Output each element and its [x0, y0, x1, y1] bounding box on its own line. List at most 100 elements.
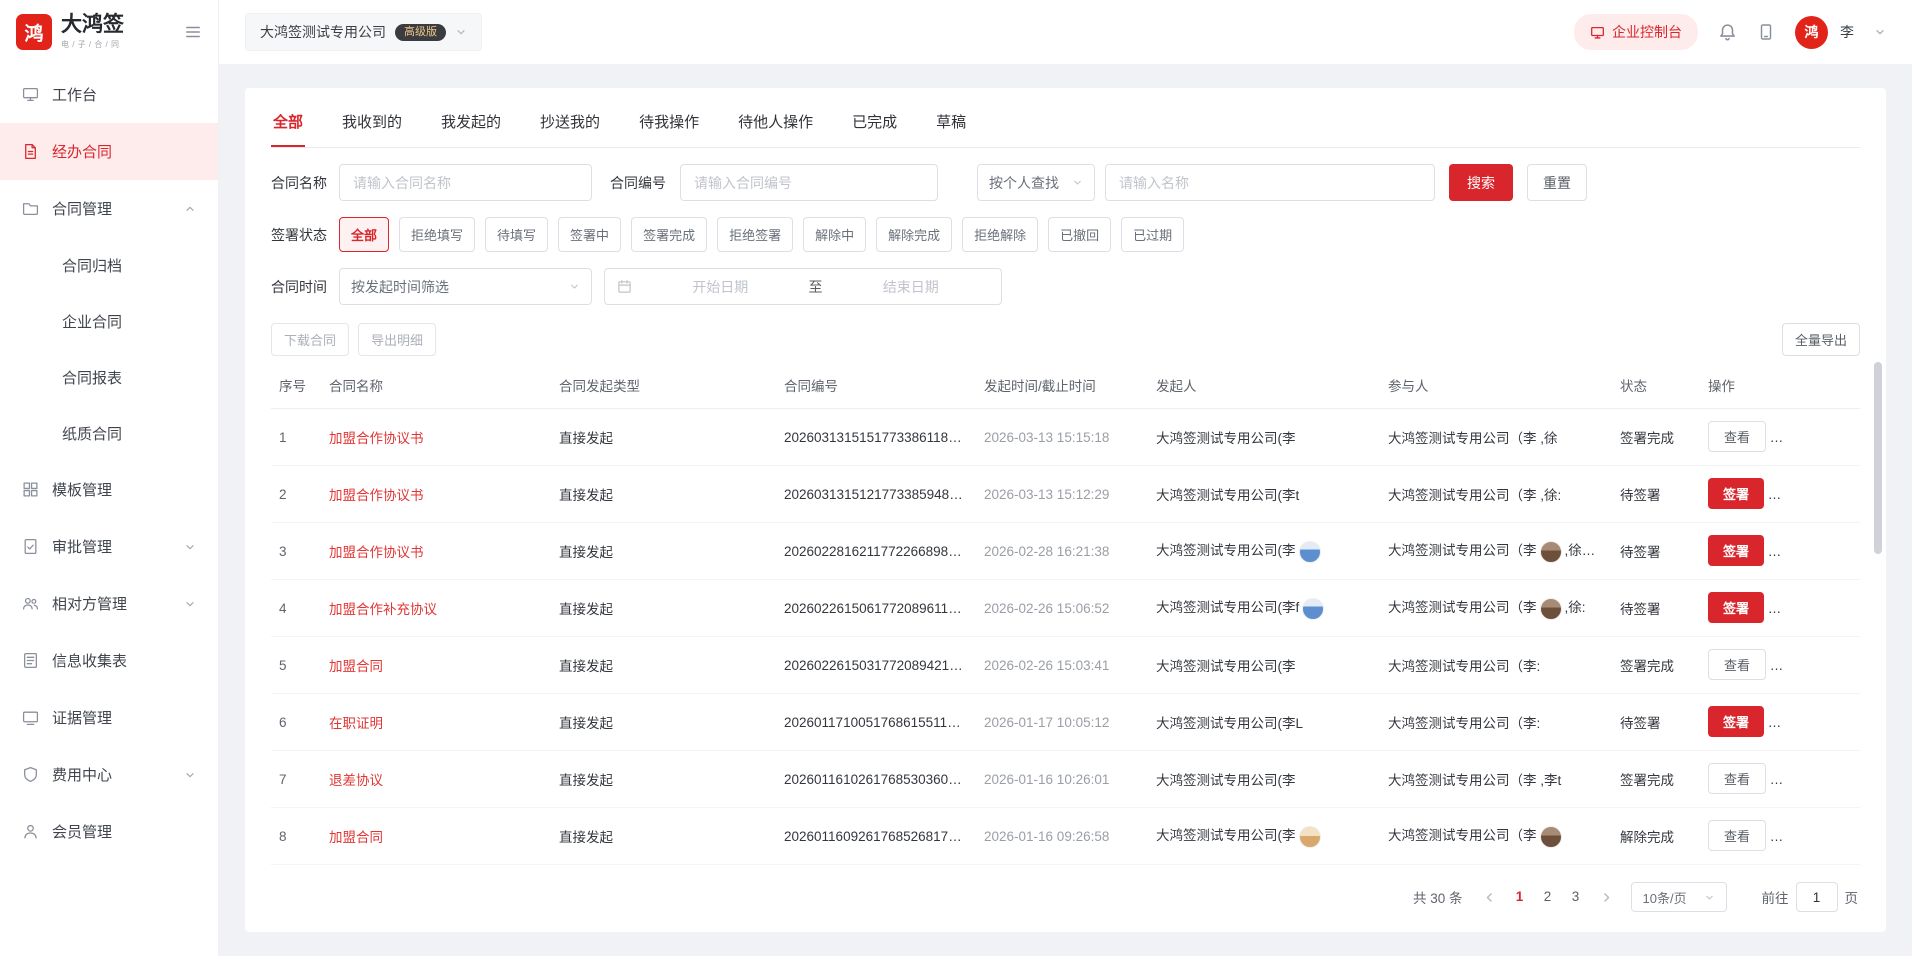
sidebar-item-contract-mgmt[interactable]: 合同管理 — [0, 180, 218, 237]
sidebar-subitem[interactable]: 企业合同 — [0, 293, 218, 349]
more-actions-button[interactable]: 更多操作 — [1776, 479, 1860, 510]
status-chip[interactable]: 拒绝签署 — [717, 217, 793, 252]
sign-button[interactable]: 签署 — [1708, 706, 1764, 737]
sidebar-item-approval-mgmt[interactable]: 审批管理 — [0, 518, 218, 575]
search-button[interactable]: 搜索 — [1449, 164, 1513, 201]
initiator-cell: 大鸿签测试专用公司(李f — [1148, 580, 1380, 637]
end-date-placeholder: 结束日期 — [833, 277, 990, 297]
status-chip[interactable]: 全部 — [339, 217, 389, 252]
notification-bell-icon[interactable] — [1718, 23, 1737, 42]
sidebar-item-label: 合同管理 — [52, 198, 112, 219]
sidebar-item-fee-center[interactable]: 费用中心 — [0, 746, 218, 803]
tab-已完成[interactable]: 已完成 — [850, 94, 899, 147]
download-contract-button[interactable]: 下载合同 — [271, 323, 349, 356]
sidebar-item-member-mgmt[interactable]: 会员管理 — [0, 803, 218, 860]
brand-name: 大鸿签 — [61, 14, 124, 35]
more-actions-button[interactable]: 更多操作 — [1778, 821, 1860, 852]
view-button[interactable]: 查看 — [1708, 763, 1766, 794]
enterprise-console-button[interactable]: 企业控制台 — [1574, 14, 1698, 50]
page-number-3[interactable]: 3 — [1562, 883, 1590, 911]
sidebar-item-info-forms[interactable]: 信息收集表 — [0, 632, 218, 689]
contract-name-link[interactable]: 加盟合同 — [329, 659, 383, 674]
tab-我发起的[interactable]: 我发起的 — [439, 94, 503, 147]
reset-button[interactable]: 重置 — [1527, 164, 1587, 201]
status-text: 签署完成 — [1612, 751, 1700, 808]
initiator-cell: 大鸿签测试专用公司(李L — [1148, 694, 1380, 751]
more-chevron-down-icon — [1846, 432, 1858, 444]
contract-name-link[interactable]: 加盟合作协议书 — [329, 488, 424, 503]
contract-name-link[interactable]: 退差协议 — [329, 773, 383, 788]
user-avatar[interactable]: 鸿 — [1795, 16, 1828, 49]
export-detail-button[interactable]: 导出明细 — [358, 323, 436, 356]
sidebar-item-template-mgmt[interactable]: 模板管理 — [0, 461, 218, 518]
tab-我收到的[interactable]: 我收到的 — [340, 94, 404, 147]
more-actions-button[interactable]: 更多操作 — [1776, 593, 1860, 624]
status-chip[interactable]: 解除完成 — [876, 217, 952, 252]
sign-button[interactable]: 签署 — [1708, 478, 1764, 509]
export-all-button[interactable]: 全量导出 — [1782, 323, 1860, 356]
initiate-time: 2026-01-16 10:26:01 — [976, 751, 1148, 808]
participant-cell: 大鸿签测试专用公司（李: — [1380, 694, 1612, 751]
contract-code: 2026011610261768530360993980 — [776, 751, 976, 808]
contract-code-input[interactable] — [680, 164, 938, 201]
page-number-2[interactable]: 2 — [1534, 883, 1562, 911]
device-icon[interactable] — [1757, 23, 1775, 41]
sidebar-subitem[interactable]: 合同报表 — [0, 349, 218, 405]
company-selector[interactable]: 大鸿签测试专用公司 高级版 — [245, 13, 482, 51]
contract-name-link[interactable]: 在职证明 — [329, 716, 383, 731]
person-search-select[interactable]: 按个人查找 — [977, 164, 1095, 201]
view-button[interactable]: 查看 — [1708, 649, 1766, 680]
prev-page-button[interactable] — [1480, 891, 1499, 904]
user-menu-chevron-down-icon[interactable] — [1874, 26, 1886, 38]
topbar-right: 企业控制台 鸿 李 — [1574, 14, 1886, 50]
contract-name-input[interactable] — [339, 164, 592, 201]
tab-待他人操作[interactable]: 待他人操作 — [736, 94, 815, 147]
view-button[interactable]: 查看 — [1708, 421, 1766, 452]
status-chip[interactable]: 已撤回 — [1048, 217, 1111, 252]
next-page-button[interactable] — [1597, 891, 1616, 904]
time-filter-select[interactable]: 按发起时间筛选 — [339, 268, 592, 305]
page-size-select[interactable]: 10条/页 — [1631, 882, 1727, 912]
tab-抄送我的[interactable]: 抄送我的 — [538, 94, 602, 147]
sidebar-item-my-contracts[interactable]: 经办合同 — [0, 123, 218, 180]
more-actions-button[interactable]: 更多操作 — [1776, 707, 1860, 738]
person-name-input[interactable] — [1105, 164, 1435, 201]
participant-cell: 大鸿签测试专用公司（李,徐: — [1380, 580, 1612, 637]
status-chip[interactable]: 拒绝解除 — [962, 217, 1038, 252]
sidebar-subitem[interactable]: 合同归档 — [0, 237, 218, 293]
vertical-scrollbar[interactable] — [1874, 362, 1882, 554]
sign-button[interactable]: 签署 — [1708, 592, 1764, 623]
page-number-1[interactable]: 1 — [1506, 883, 1534, 911]
view-button[interactable]: 查看 — [1708, 820, 1766, 851]
tab-待我操作[interactable]: 待我操作 — [637, 94, 701, 147]
status-chip[interactable]: 拒绝填写 — [399, 217, 475, 252]
goto-suffix: 页 — [1845, 887, 1859, 907]
status-chip[interactable]: 签署完成 — [631, 217, 707, 252]
contract-name-link[interactable]: 加盟合同 — [329, 830, 383, 845]
initiator-cell: 大鸿签测试专用公司(李 — [1148, 409, 1380, 466]
sidebar-item-workbench[interactable]: 工作台 — [0, 66, 218, 123]
tab-草稿[interactable]: 草稿 — [934, 94, 968, 147]
sidebar-subitem[interactable]: 纸质合同 — [0, 405, 218, 461]
contract-name-link[interactable]: 加盟合作协议书 — [329, 431, 424, 446]
tab-全部[interactable]: 全部 — [271, 94, 305, 147]
status-chip[interactable]: 解除中 — [803, 217, 866, 252]
sign-button[interactable]: 签署 — [1708, 535, 1764, 566]
status-chip[interactable]: 已过期 — [1121, 217, 1184, 252]
date-range-picker[interactable]: 开始日期 至 结束日期 — [604, 268, 1002, 305]
sidebar-collapse-icon[interactable] — [184, 23, 202, 41]
sidebar-item-evidence-mgmt[interactable]: 证据管理 — [0, 689, 218, 746]
workbench-icon — [22, 86, 39, 103]
more-actions-button[interactable]: 更多操作 — [1776, 536, 1860, 567]
more-actions-button[interactable]: 更多操作 — [1778, 764, 1860, 795]
more-actions-button[interactable]: 更多操作 — [1778, 422, 1860, 453]
goto-page-input[interactable] — [1796, 882, 1838, 912]
more-actions-button[interactable]: 更多操作 — [1778, 650, 1860, 681]
status-chip[interactable]: 待填写 — [485, 217, 548, 252]
sidebar-item-counterparty-mgmt[interactable]: 相对方管理 — [0, 575, 218, 632]
contract-name-link[interactable]: 加盟合作协议书 — [329, 545, 424, 560]
participant-cell: 大鸿签测试专用公司（李: — [1380, 637, 1612, 694]
sidebar-item-label: 经办合同 — [52, 141, 112, 162]
contract-name-link[interactable]: 加盟合作补充协议 — [329, 602, 437, 617]
status-chip[interactable]: 签署中 — [558, 217, 621, 252]
